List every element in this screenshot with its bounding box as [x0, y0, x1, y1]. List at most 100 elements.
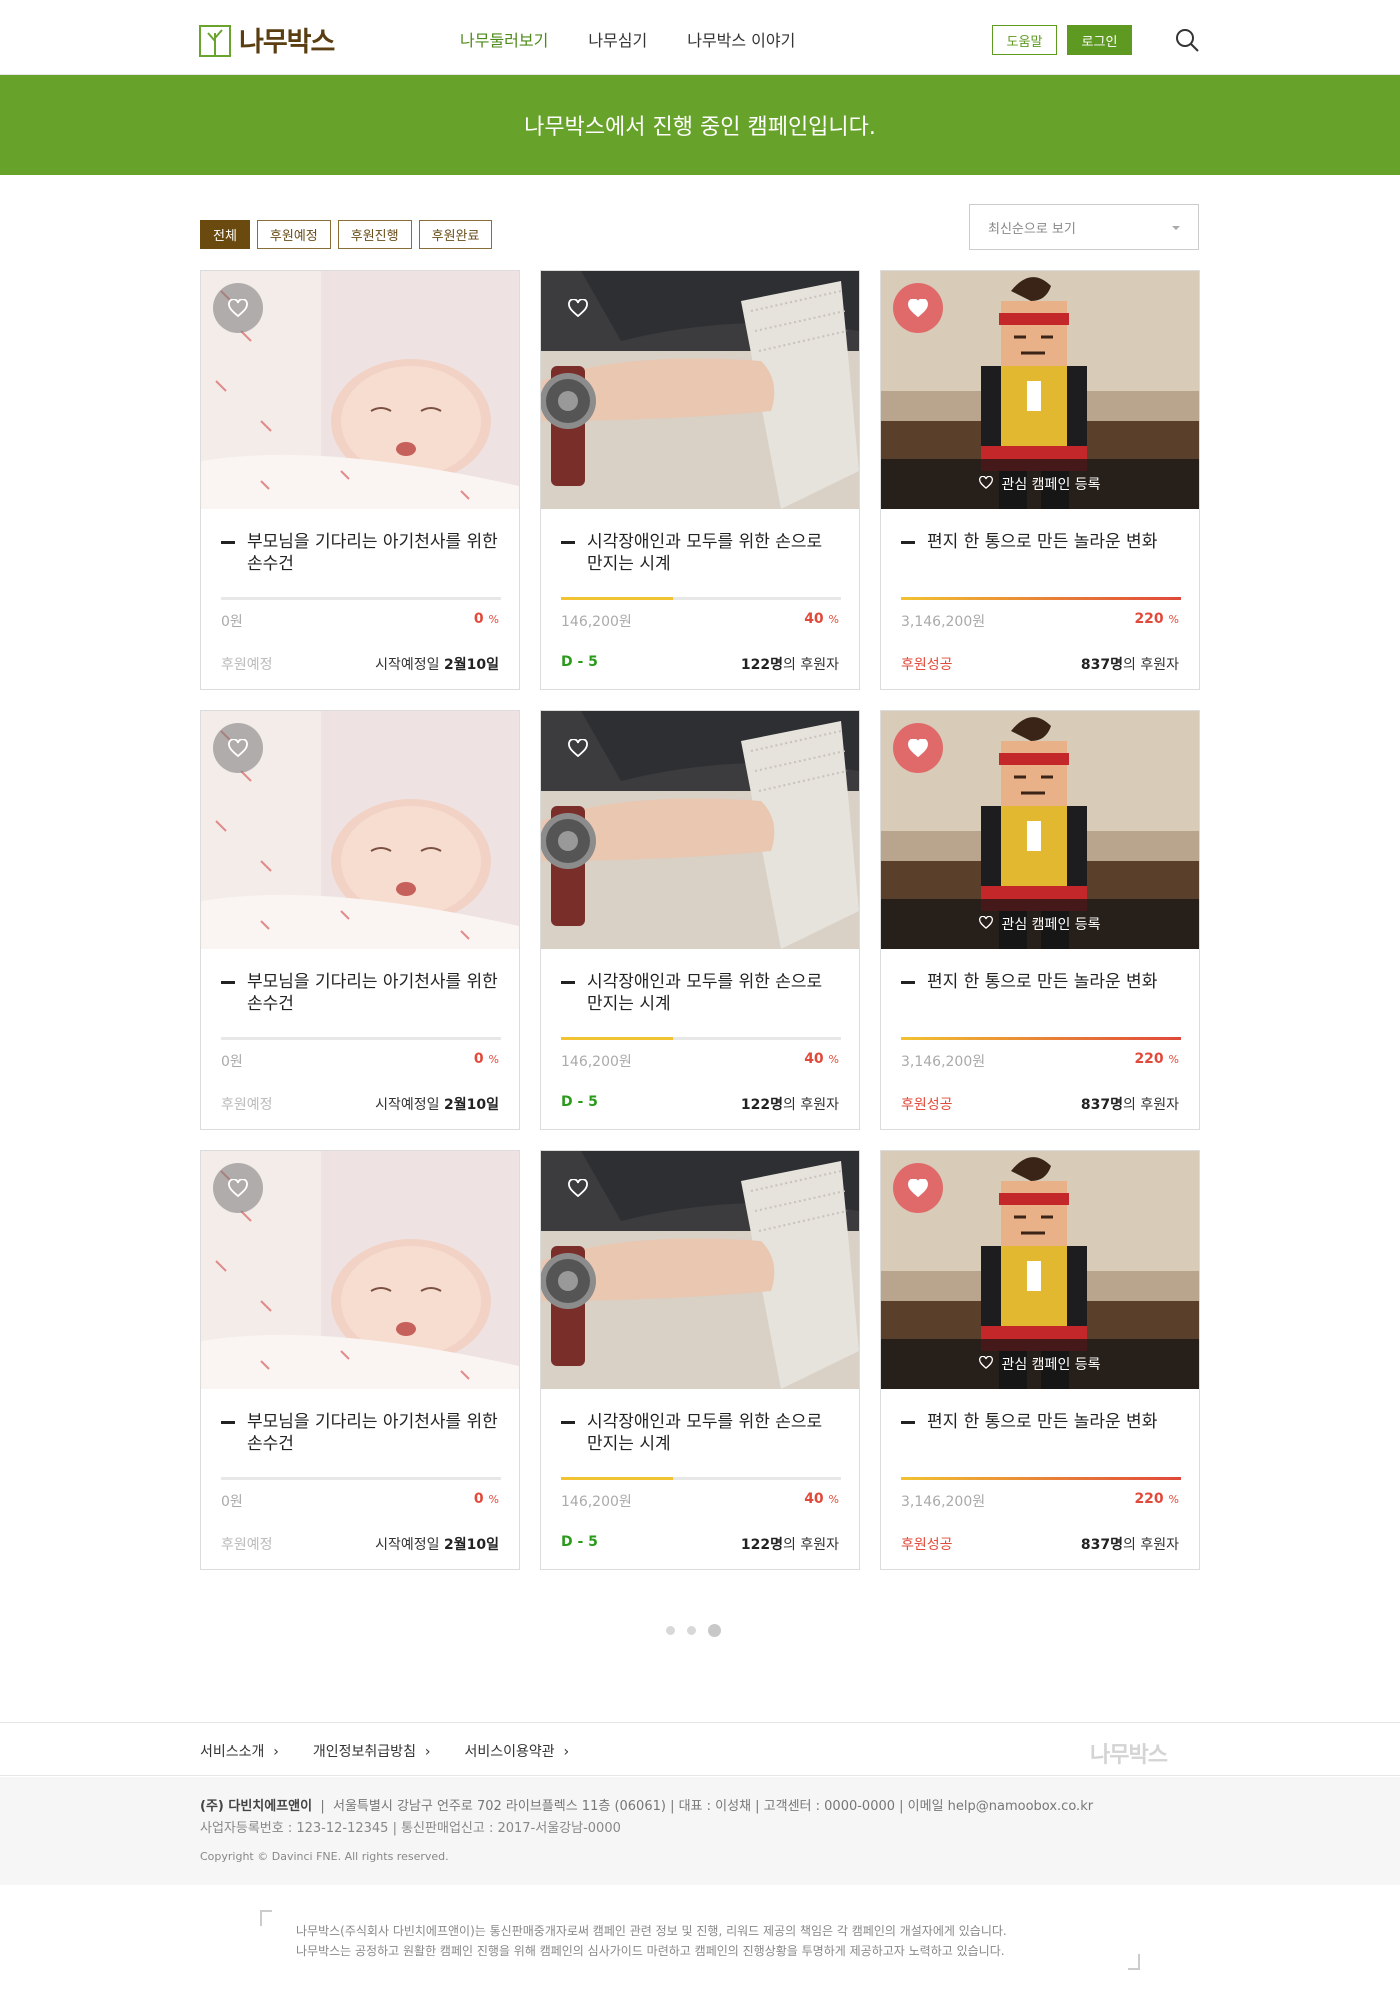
banner-text: 나무박스에서 진행 중인 캠페인입니다.: [524, 115, 876, 140]
add-wishlist-button[interactable]: 관심 캠페인 등록: [881, 1339, 1199, 1389]
dash-icon: [901, 981, 915, 984]
business-registration: 사업자등록번호 : 123-12-12345 | 통신판매업신고 : 2017-…: [200, 1821, 621, 1836]
footer-link-terms[interactable]: 서비스이용약관 ›: [464, 1741, 569, 1761]
wishlist-label: 관심 캠페인 등록: [1001, 917, 1101, 933]
heart-icon[interactable]: [553, 723, 603, 773]
dash-icon: [561, 541, 575, 544]
campaign-title-row[interactable]: 편지 한 통으로 만든 놀라운 변화: [901, 1411, 1181, 1433]
heart-outline-icon: [979, 915, 994, 933]
heart-outline-icon: [979, 1355, 994, 1373]
heart-icon[interactable]: [893, 723, 943, 773]
funding-progress-fill: [901, 1477, 1181, 1480]
login-button[interactable]: 로그인: [1067, 25, 1132, 55]
filter-completed[interactable]: 후원완료: [418, 220, 493, 249]
heart-icon[interactable]: [553, 1163, 603, 1213]
footer-logo: 나무박스: [1090, 1743, 1168, 1768]
page-dot[interactable]: [687, 1626, 696, 1635]
campaign-card[interactable]: 시각장애인과 모두를 위한 손으로 만지는 시계 146,200원 40 % D - …: [540, 1150, 860, 1570]
campaign-card[interactable]: 시각장애인과 모두를 위한 손으로 만지는 시계 146,200원 40 % D - …: [540, 710, 860, 1130]
logo-text: 나무박스: [239, 26, 335, 58]
filter-all[interactable]: 전체: [200, 220, 250, 249]
campaign-card[interactable]: 부모님을 기다리는 아기천사를 위한 손수건 0원 0 % 후원예정 시작예정일 2월1…: [200, 1150, 520, 1570]
campaign-title[interactable]: 부모님을 기다리는 아기천사를 위한 손수건: [247, 1411, 501, 1455]
campaign-card[interactable]: 부모님을 기다리는 아기천사를 위한 손수건 0원 0 % 후원예정 시작예정일 2월1…: [200, 270, 520, 690]
quote-close-bracket: [1128, 1954, 1140, 1970]
nav-plant[interactable]: 나무심기: [588, 27, 647, 51]
campaign-title-row[interactable]: 부모님을 기다리는 아기천사를 위한 손수건: [221, 971, 501, 1015]
braille-watch-photo[interactable]: [541, 1151, 859, 1389]
company-address: 서울특별시 강남구 언주로 702 라이브플렉스 11층 (06061) | 대…: [333, 1799, 1094, 1814]
campaign-title-row[interactable]: 편지 한 통으로 만든 놀라운 변화: [901, 971, 1181, 993]
heart-icon[interactable]: [893, 1163, 943, 1213]
campaign-title-row[interactable]: 부모님을 기다리는 아기천사를 위한 손수건: [221, 531, 501, 575]
paper-toy-photo[interactable]: 관심 캠페인 등록: [881, 1151, 1199, 1389]
heart-icon[interactable]: [213, 1163, 263, 1213]
sort-select[interactable]: 최신순으로 보기: [969, 204, 1199, 250]
heart-icon[interactable]: [893, 283, 943, 333]
braille-watch-photo[interactable]: [541, 271, 859, 509]
campaign-card[interactable]: 관심 캠페인 등록 편지 한 통으로 만든 놀라운 변화 3,146,200원 220…: [880, 1150, 1200, 1570]
nav-story[interactable]: 나무박스 이야기: [687, 27, 795, 51]
campaign-card[interactable]: 부모님을 기다리는 아기천사를 위한 손수건 0원 0 % 후원예정 시작예정일 2월1…: [200, 710, 520, 1130]
baby-photo[interactable]: [201, 271, 519, 509]
campaign-meta: 시작예정일 2월10일: [375, 657, 499, 673]
campaign-title-row[interactable]: 시각장애인과 모두를 위한 손으로 만지는 시계: [561, 531, 841, 575]
add-wishlist-button[interactable]: 관심 캠페인 등록: [881, 459, 1199, 509]
add-wishlist-button[interactable]: 관심 캠페인 등록: [881, 899, 1199, 949]
funded-amount: 146,200원: [561, 1494, 632, 1510]
campaign-title[interactable]: 편지 한 통으로 만든 놀라운 변화: [927, 1411, 1157, 1433]
campaign-title-row[interactable]: 시각장애인과 모두를 위한 손으로 만지는 시계: [561, 971, 841, 1015]
heart-icon[interactable]: [213, 723, 263, 773]
quote-open-bracket: [260, 1910, 272, 1926]
funded-percent: 220 %: [1134, 611, 1179, 627]
company-name: (주) 다빈치에프앤이: [200, 1799, 313, 1814]
footer-company-info: (주) 다빈치에프앤이 | 서울특별시 강남구 언주로 702 라이브플렉스 1…: [0, 1777, 1400, 1885]
heart-outline-icon: [979, 475, 994, 493]
funded-amount: 146,200원: [561, 614, 632, 630]
dash-icon: [221, 981, 235, 984]
campaign-card[interactable]: 시각장애인과 모두를 위한 손으로 만지는 시계 146,200원 40 % D - …: [540, 270, 860, 690]
campaign-title[interactable]: 시각장애인과 모두를 위한 손으로 만지는 시계: [587, 971, 841, 1015]
page-dot[interactable]: [708, 1624, 721, 1637]
legal-notice: 나무박스(주식회사 다빈치에프앤이)는 통신판매중개자로써 캠페인 관련 정보 …: [260, 1910, 1140, 1970]
campaign-title[interactable]: 부모님을 기다리는 아기천사를 위한 손수건: [247, 971, 501, 1015]
funding-progress-bar: [221, 597, 501, 600]
funding-progress-bar: [221, 1037, 501, 1040]
campaign-title[interactable]: 시각장애인과 모두를 위한 손으로 만지는 시계: [587, 1411, 841, 1455]
dash-icon: [561, 1421, 575, 1424]
paper-toy-photo[interactable]: 관심 캠페인 등록: [881, 711, 1199, 949]
help-button[interactable]: 도움말: [992, 25, 1057, 55]
campaign-card[interactable]: 관심 캠페인 등록 편지 한 통으로 만든 놀라운 변화 3,146,200원 220…: [880, 270, 1200, 690]
footer-link-privacy[interactable]: 개인정보취급방침 ›: [313, 1741, 431, 1761]
funding-progress-fill: [561, 597, 673, 600]
funding-progress-bar: [901, 1477, 1181, 1480]
heart-icon[interactable]: [213, 283, 263, 333]
paper-toy-photo[interactable]: 관심 캠페인 등록: [881, 271, 1199, 509]
funding-progress-fill: [561, 1037, 673, 1040]
baby-photo[interactable]: [201, 1151, 519, 1389]
campaign-title[interactable]: 편지 한 통으로 만든 놀라운 변화: [927, 531, 1157, 553]
site-logo[interactable]: 나무박스: [199, 20, 335, 58]
search-icon[interactable]: [1174, 27, 1200, 53]
campaign-title[interactable]: 부모님을 기다리는 아기천사를 위한 손수건: [247, 531, 501, 575]
main-nav: 나무둘러보기 나무심기 나무박스 이야기: [460, 27, 795, 51]
campaign-card[interactable]: 관심 캠페인 등록 편지 한 통으로 만든 놀라운 변화 3,146,200원 220…: [880, 710, 1200, 1130]
nav-browse[interactable]: 나무둘러보기: [460, 27, 548, 51]
funded-percent: 40 %: [804, 1491, 839, 1507]
campaign-title[interactable]: 편지 한 통으로 만든 놀라운 변화: [927, 971, 1157, 993]
status-filter-tabs: 전체 후원예정 후원진행 후원완료: [200, 220, 493, 249]
campaign-title-row[interactable]: 부모님을 기다리는 아기천사를 위한 손수건: [221, 1411, 501, 1455]
campaign-title[interactable]: 시각장애인과 모두를 위한 손으로 만지는 시계: [587, 531, 841, 575]
heart-icon[interactable]: [553, 283, 603, 333]
campaign-title-row[interactable]: 편지 한 통으로 만든 놀라운 변화: [901, 531, 1181, 553]
footer-link-about[interactable]: 서비스소개 ›: [200, 1741, 279, 1761]
funded-percent: 0 %: [473, 1491, 499, 1507]
braille-watch-photo[interactable]: [541, 711, 859, 949]
campaign-meta: 122명의 후원자: [740, 657, 839, 673]
filter-ongoing[interactable]: 후원진행: [337, 220, 412, 249]
baby-photo[interactable]: [201, 711, 519, 949]
filter-upcoming[interactable]: 후원예정: [256, 220, 331, 249]
funding-progress-fill: [901, 597, 1181, 600]
campaign-title-row[interactable]: 시각장애인과 모두를 위한 손으로 만지는 시계: [561, 1411, 841, 1455]
page-dot[interactable]: [666, 1626, 675, 1635]
